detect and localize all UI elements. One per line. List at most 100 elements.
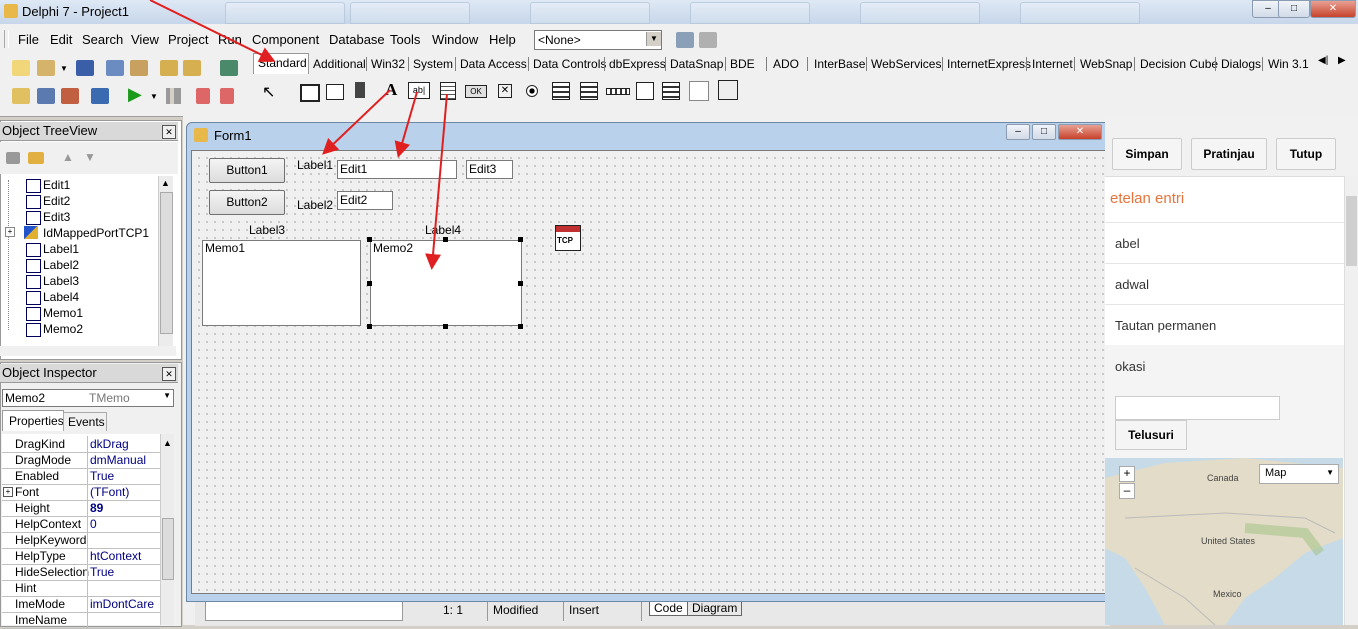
selection-handle[interactable] xyxy=(367,324,372,329)
chevron-down-icon[interactable]: ▼ xyxy=(646,32,661,46)
property-row[interactable]: Hint xyxy=(2,580,160,597)
groupbox-icon[interactable] xyxy=(636,82,654,100)
tree-item-idmappedporttcp1[interactable]: IdMappedPortTCP1 xyxy=(43,226,149,240)
tab-ado[interactable]: ADO xyxy=(773,57,799,71)
chevron-down-icon[interactable]: ▼ xyxy=(163,391,171,400)
expand-icon[interactable]: + xyxy=(3,487,13,497)
memo-icon[interactable] xyxy=(440,82,456,100)
tab-data-controls[interactable]: Data Controls xyxy=(533,57,606,71)
form-designer-surface[interactable] xyxy=(191,150,1107,594)
background-browser-tab[interactable] xyxy=(690,2,810,24)
actionlist-icon[interactable] xyxy=(718,80,738,100)
property-row[interactable]: Enabled True xyxy=(2,468,160,485)
remove-file-icon[interactable] xyxy=(183,60,201,76)
close-post-button[interactable]: Tutup xyxy=(1276,138,1336,170)
debug-desktop-icon[interactable] xyxy=(699,32,717,48)
combobox-icon[interactable] xyxy=(580,82,598,100)
settings-schedule[interactable]: adwal xyxy=(1115,277,1149,292)
property-row[interactable]: DragKind dkDrag xyxy=(2,436,160,453)
memo1[interactable]: Memo1 xyxy=(202,240,361,326)
tab-data-access[interactable]: Data Access xyxy=(460,57,527,71)
radiogroup-icon[interactable] xyxy=(662,82,680,100)
search-location-button[interactable]: Telusuri xyxy=(1115,420,1187,450)
new-form-icon[interactable] xyxy=(91,88,109,104)
maximize-button[interactable]: □ xyxy=(1278,0,1310,18)
inspector-scrollbar[interactable]: ▲ xyxy=(160,434,174,625)
new-items-icon[interactable] xyxy=(12,60,30,76)
scroll-thumb[interactable] xyxy=(160,192,173,334)
menu-tools[interactable]: Tools xyxy=(390,32,420,47)
selection-handle[interactable] xyxy=(367,237,372,242)
menu-grip[interactable] xyxy=(4,30,9,48)
menu-help[interactable]: Help xyxy=(489,32,516,47)
popupmenu-icon[interactable] xyxy=(326,84,344,100)
edit1[interactable]: Edit1 xyxy=(337,160,457,179)
editor-hscroll[interactable] xyxy=(205,601,403,621)
tree-item-edit1[interactable]: Edit1 xyxy=(43,178,70,192)
desktop-config-combo[interactable]: <None> ▼ xyxy=(534,30,662,50)
save-all-icon[interactable] xyxy=(106,60,124,76)
label3[interactable]: Label3 xyxy=(249,223,285,237)
tab-win32[interactable]: Win32 xyxy=(371,57,405,71)
view-form-icon[interactable] xyxy=(37,88,55,104)
menu-window[interactable]: Window xyxy=(432,32,478,47)
property-row[interactable]: DragMode dmManual xyxy=(2,452,160,469)
menu-search[interactable]: Search xyxy=(82,32,123,47)
trace-into-icon[interactable] xyxy=(196,88,210,104)
tree-item-edit2[interactable]: Edit2 xyxy=(43,194,70,208)
arrow-up-icon[interactable]: ▲ xyxy=(62,150,74,164)
scroll-up-icon[interactable]: ▲ xyxy=(161,178,170,188)
menu-edit[interactable]: Edit xyxy=(50,32,72,47)
idmappedporttcp1-component[interactable]: TCP xyxy=(555,225,581,251)
zoom-out-button[interactable]: – xyxy=(1119,483,1135,499)
selection-handle[interactable] xyxy=(518,237,523,242)
inspector-object-combo[interactable]: Memo2 TMemo ▼ xyxy=(2,389,174,407)
label4[interactable]: Label4 xyxy=(425,223,461,237)
property-row[interactable]: + Font (TFont) xyxy=(2,484,160,501)
chevron-down-icon[interactable]: ▼ xyxy=(150,92,158,101)
edit-icon[interactable]: ab| xyxy=(408,82,430,99)
tree-item-label4[interactable]: Label4 xyxy=(43,290,79,304)
panel-icon[interactable] xyxy=(689,81,709,101)
scroll-thumb[interactable] xyxy=(1346,196,1357,266)
pause-icon[interactable] xyxy=(166,88,174,104)
tab-diagram[interactable]: Diagram xyxy=(687,601,743,616)
property-row[interactable]: HelpContext 0 xyxy=(2,516,160,533)
location-map[interactable]: Canada United States Mexico + – Map ▼ xyxy=(1105,458,1343,625)
close-button[interactable]: ✕ xyxy=(1310,0,1356,18)
settings-location[interactable]: okasi xyxy=(1115,359,1145,374)
mainmenu-icon[interactable] xyxy=(300,84,320,102)
property-row[interactable]: HelpType htContext xyxy=(2,548,160,565)
listbox-icon[interactable] xyxy=(552,82,570,100)
tab-internetexpress[interactable]: InternetExpress xyxy=(947,57,1031,71)
help-contents-icon[interactable] xyxy=(220,60,238,76)
close-icon[interactable]: ✕ xyxy=(162,367,176,381)
map-type-select[interactable]: Map ▼ xyxy=(1259,464,1339,484)
property-row[interactable]: ImeName xyxy=(2,612,160,629)
toggle-form-unit-icon[interactable] xyxy=(61,88,79,104)
tree-item-memo1[interactable]: Memo1 xyxy=(43,306,83,320)
tab-dialogs[interactable]: Dialogs xyxy=(1221,57,1261,71)
tree-item-label3[interactable]: Label3 xyxy=(43,274,79,288)
arrow-down-icon[interactable]: ▼ xyxy=(84,150,96,164)
tab-interbase[interactable]: InterBase xyxy=(814,57,865,71)
tab-additional[interactable]: Additional xyxy=(313,57,366,71)
tab-win31[interactable]: Win 3.1 xyxy=(1268,57,1309,71)
scroll-left-icon[interactable]: ◀| xyxy=(1318,55,1328,66)
save-icon[interactable] xyxy=(76,60,94,76)
open-project-icon[interactable] xyxy=(130,60,148,76)
edit3[interactable]: Edit3 xyxy=(466,160,513,179)
treeview-scrollbar[interactable]: ▲ xyxy=(158,176,173,346)
tab-events[interactable]: Events xyxy=(63,412,107,431)
edit2[interactable]: Edit2 xyxy=(337,191,393,210)
background-browser-tab[interactable] xyxy=(530,2,650,24)
property-row[interactable]: HideSelection True xyxy=(2,564,160,581)
save-button[interactable]: Simpan xyxy=(1112,138,1182,170)
label-cursor-icon[interactable] xyxy=(355,82,365,98)
selection-handle[interactable] xyxy=(518,324,523,329)
preview-button[interactable]: Pratinjau xyxy=(1191,138,1267,170)
selection-handle[interactable] xyxy=(443,237,448,242)
menu-project[interactable]: Project xyxy=(168,32,208,47)
label1[interactable]: Label1 xyxy=(297,158,333,172)
tab-decision-cube[interactable]: Decision Cube xyxy=(1140,57,1218,71)
